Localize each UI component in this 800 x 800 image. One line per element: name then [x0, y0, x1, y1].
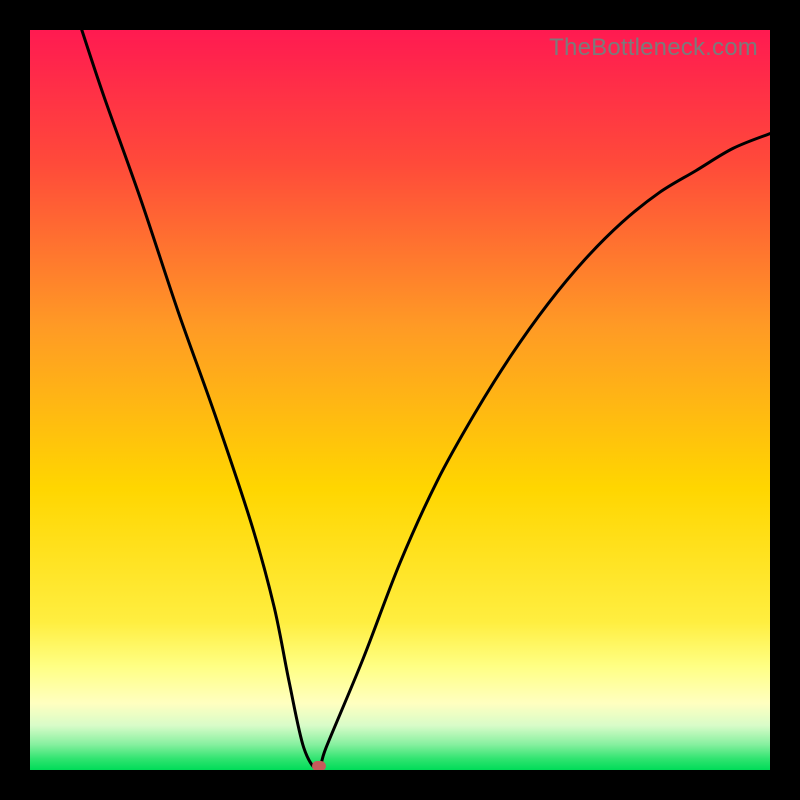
bottleneck-curve	[82, 30, 770, 770]
optimum-marker	[312, 761, 326, 770]
curve-layer	[30, 30, 770, 770]
outer-frame: TheBottleneck.com	[0, 0, 800, 800]
plot-area: TheBottleneck.com	[30, 30, 770, 770]
